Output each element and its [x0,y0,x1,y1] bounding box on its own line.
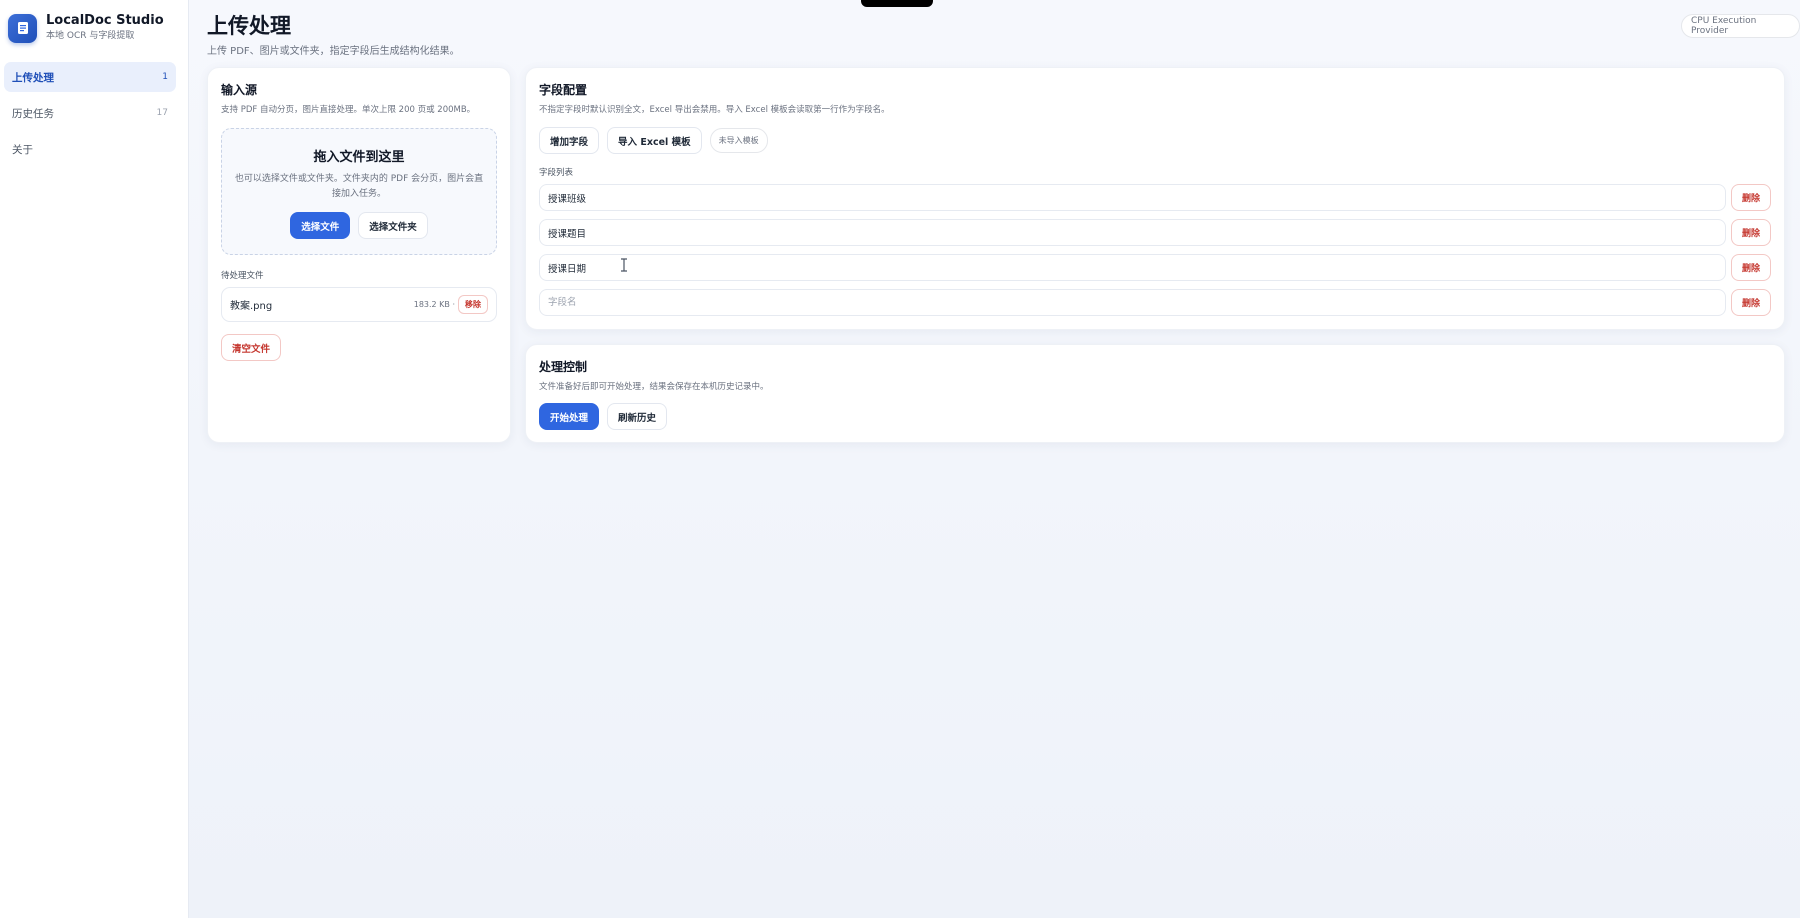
app-logo-icon [8,13,37,43]
card-title: 字段配置 [539,83,588,97]
field-row: 删除 [539,289,1771,316]
sidebar-item-upload[interactable]: 上传处理 1 [4,62,176,92]
input-source-card: 输入源 支持 PDF 自动分页，图片直接处理。单次上限 200 页或 200MB… [207,67,511,443]
app-subtitle: 本地 OCR 与字段提取 [46,31,135,41]
select-folder-button[interactable]: 选择文件夹 [358,212,428,239]
file-size: 183.2 KB · [413,300,455,309]
sidebar-item-history[interactable]: 历史任务 17 [4,98,176,128]
remove-file-button[interactable]: 移除 [458,295,488,314]
file-name: 教案.png [230,301,273,312]
sidebar-item-count: 17 [156,108,168,118]
dropzone-description: 也可以选择文件或文件夹。文件夹内的 PDF 会分页，图片会直接加入任务。 [234,174,484,199]
list-item: 教案.png 183.2 KB · 移除 [221,287,497,322]
field-config-card: 字段配置 不指定字段时默认识别全文，Excel 导出会禁用。导入 Excel 模… [525,67,1785,330]
delete-field-button[interactable]: 删除 [1731,254,1771,281]
text-cursor-icon [621,258,627,272]
page-subtitle: 上传 PDF、图片或文件夹，指定字段后生成结构化结果。 [207,46,460,57]
delete-field-button[interactable]: 删除 [1731,219,1771,246]
page-title: 上传处理 [207,14,291,38]
brand: LocalDoc Studio 本地 OCR 与字段提取 [8,13,164,43]
provider-badge: CPU Execution Provider [1681,14,1800,38]
dropzone-title: 拖入文件到这里 [313,150,405,165]
refresh-history-button[interactable]: 刷新历史 [607,403,668,430]
field-row: 删除 [539,254,1771,281]
sidebar-item-about[interactable]: 关于 [4,134,176,164]
card-subtitle: 文件准备好后即可开始处理，结果会保存在本机历史记录中。 [539,382,769,392]
field-row: 删除 [539,184,1771,211]
import-excel-button[interactable]: 导入 Excel 模板 [607,127,702,154]
card-subtitle: 支持 PDF 自动分页，图片直接处理。单次上限 200 页或 200MB。 [221,105,476,115]
pending-files-label: 待处理文件 [221,271,264,281]
sidebar: LocalDoc Studio 本地 OCR 与字段提取 上传处理 1 历史任务… [0,0,189,918]
field-name-input[interactable] [539,289,1727,316]
field-name-input[interactable] [539,184,1727,211]
delete-field-button[interactable]: 删除 [1731,184,1771,211]
screen-notch [861,0,933,7]
card-title: 处理控制 [539,360,588,374]
card-title: 输入源 [221,83,258,97]
clear-files-button[interactable]: 清空文件 [221,334,282,361]
sidebar-item-label: 历史任务 [12,107,54,120]
field-name-input[interactable] [539,254,1727,281]
field-row: 删除 [539,219,1771,246]
sidebar-item-label: 关于 [12,143,33,156]
delete-field-button[interactable]: 删除 [1731,289,1771,316]
field-list-label: 字段列表 [539,168,574,178]
select-file-button[interactable]: 选择文件 [290,212,351,239]
file-dropzone[interactable]: 拖入文件到这里 也可以选择文件或文件夹。文件夹内的 PDF 会分页，图片会直接加… [221,128,497,255]
template-status-badge: 未导入模板 [709,128,768,153]
process-control-card: 处理控制 文件准备好后即可开始处理，结果会保存在本机历史记录中。 开始处理 刷新… [525,344,1785,443]
app-title: LocalDoc Studio [46,13,164,28]
sidebar-item-label: 上传处理 [12,71,54,84]
field-name-input[interactable] [539,219,1727,246]
sidebar-item-count: 1 [162,72,168,82]
sidebar-nav: 上传处理 1 历史任务 17 关于 [4,62,176,170]
card-subtitle: 不指定字段时默认识别全文，Excel 导出会禁用。导入 Excel 模板会读取第… [539,105,890,115]
add-field-button[interactable]: 增加字段 [539,127,600,154]
start-processing-button[interactable]: 开始处理 [539,403,600,430]
